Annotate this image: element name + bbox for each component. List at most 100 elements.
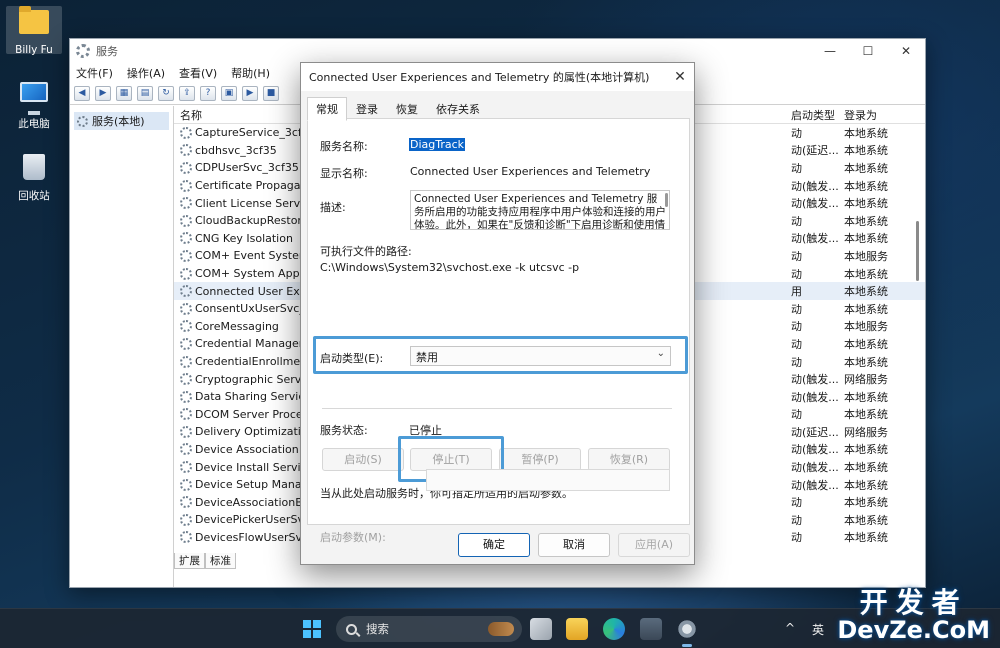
service-logon-as: 本地系统 — [844, 267, 888, 281]
menu-file[interactable]: 文件(F) — [76, 65, 113, 81]
service-gear-icon — [180, 461, 192, 474]
exe-path-value[interactable]: C:\Windows\System32\svchost.exe -k utcsv… — [320, 261, 579, 274]
exe-path-label: 可执行文件的路径: — [320, 245, 412, 258]
service-startup-type: 动(触发... — [791, 443, 839, 457]
task-view-icon[interactable] — [530, 618, 552, 640]
close-button[interactable]: ✕ — [887, 39, 925, 63]
properties-icon[interactable]: ▤ — [137, 86, 153, 101]
services-gear-icon — [76, 44, 90, 58]
services-taskbar-icon[interactable] — [676, 618, 698, 647]
back-arrow-icon[interactable]: ◀ — [74, 86, 90, 101]
service-startup-type: 动(触发... — [791, 390, 839, 404]
gear-icon — [77, 115, 88, 127]
service-logon-as: 本地系统 — [844, 408, 888, 422]
service-logon-as: 本地系统 — [844, 197, 888, 211]
tab-extended[interactable]: 扩展 — [174, 553, 205, 569]
tray-chevron-icon[interactable]: ^ — [785, 621, 795, 635]
monitor-icon — [20, 82, 48, 102]
service-startup-type: 动 — [791, 214, 802, 228]
tree-item-services-local[interactable]: 服务(本地) — [74, 112, 169, 130]
ime-indicator[interactable]: 英 — [812, 621, 824, 638]
menu-view[interactable]: 查看(V) — [179, 65, 217, 81]
service-gear-icon — [180, 425, 192, 438]
refresh-icon[interactable]: ↻ — [158, 86, 174, 101]
services-titlebar[interactable]: 服务 — ☐ ✕ — [70, 39, 925, 63]
console-tree: 服务(本地) — [70, 106, 174, 587]
taskbar-search-placeholder: 搜索 — [366, 622, 389, 636]
list-scrollbar[interactable] — [916, 221, 919, 281]
service-gear-icon — [180, 144, 192, 157]
dialog-titlebar[interactable]: Connected User Experiences and Telemetry… — [301, 63, 694, 91]
edge-browser-icon[interactable] — [603, 618, 625, 640]
service-startup-type: 动 — [791, 161, 802, 175]
service-logon-as: 本地系统 — [844, 390, 888, 404]
dialog-close-icon[interactable]: ✕ — [666, 69, 694, 85]
menu-help[interactable]: 帮助(H) — [231, 65, 270, 81]
service-gear-icon — [180, 513, 192, 526]
maximize-button[interactable]: ☐ — [849, 39, 887, 63]
service-name-value[interactable]: DiagTrack — [409, 138, 466, 151]
taskbar-search[interactable]: 搜索 — [336, 616, 522, 642]
general-tab-panel: 服务名称: DiagTrack 显示名称: Connected User Exp… — [307, 118, 690, 544]
desktop-icon-recycle-bin[interactable]: 回收站 — [6, 152, 62, 203]
service-name: CaptureService_3cf35 — [195, 126, 303, 140]
service-startup-type: 动 — [791, 355, 802, 369]
resume-button[interactable]: 恢复(R) — [588, 448, 670, 471]
help-icon[interactable]: ? — [200, 86, 216, 101]
service-startup-type: 用 — [791, 285, 802, 299]
service-name: DCOM Server Process — [195, 407, 303, 421]
column-header-startup[interactable]: 启动类型 — [791, 107, 835, 123]
pause-button[interactable]: 暂停(P) — [499, 448, 581, 471]
forward-arrow-icon[interactable]: ▶ — [95, 86, 111, 101]
service-gear-icon — [180, 285, 192, 298]
desktop-icon-this-pc[interactable]: 此电脑 — [6, 78, 62, 131]
service-logon-as: 本地系统 — [844, 443, 888, 457]
service-startup-type: 动 — [791, 320, 802, 334]
service-gear-icon — [180, 267, 192, 280]
export-icon[interactable]: ⇪ — [179, 86, 195, 101]
service-startup-type: 动(触发... — [791, 197, 839, 211]
tab-standard[interactable]: 标准 — [205, 553, 236, 569]
service-logon-as: 本地系统 — [844, 461, 888, 475]
stop-icon[interactable]: ■ — [263, 86, 279, 101]
start-params-label: 启动参数(M): — [320, 531, 386, 544]
console-tree-icon[interactable]: ▦ — [116, 86, 132, 101]
dialog-title: Connected User Experiences and Telemetry… — [309, 71, 650, 84]
services-title: 服务 — [96, 45, 118, 58]
desktop-icon-label: 回收站 — [18, 190, 50, 202]
service-name: cbdhsvc_3cf35 — [195, 143, 277, 157]
watermark: 开发者 DevZe.CoM — [837, 588, 990, 643]
apply-button[interactable]: 应用(A) — [618, 533, 690, 557]
service-gear-icon — [180, 214, 192, 227]
display-name-label: 显示名称: — [320, 167, 368, 180]
service-startup-type: 动 — [791, 249, 802, 263]
service-gear-icon — [180, 531, 192, 544]
tab-general[interactable]: 常规 — [307, 97, 347, 121]
column-header-name[interactable]: 名称 — [174, 107, 302, 123]
service-logon-as: 本地系统 — [844, 126, 888, 140]
service-startup-type: 动(触发... — [791, 461, 839, 475]
service-name: COM+ System Application — [195, 267, 303, 281]
menu-action[interactable]: 操作(A) — [127, 65, 165, 81]
file-explorer-icon[interactable] — [566, 618, 588, 640]
windows-start-icon[interactable] — [303, 620, 321, 638]
service-gear-icon — [180, 302, 192, 315]
desktop-icon-user-folder[interactable]: Billy Fu — [6, 6, 62, 56]
description-box[interactable]: Connected User Experiences and Telemetry… — [410, 190, 670, 230]
minimize-button[interactable]: — — [811, 39, 849, 63]
cancel-button[interactable]: 取消 — [538, 533, 610, 557]
description-scrollbar[interactable] — [665, 193, 668, 207]
column-header-logon[interactable]: 登录为 — [844, 107, 877, 123]
play-icon[interactable]: ▶ — [242, 86, 258, 101]
display-name-value[interactable]: Connected User Experiences and Telemetry — [410, 165, 650, 178]
store-icon[interactable] — [640, 618, 662, 640]
ok-button[interactable]: 确定 — [458, 533, 530, 557]
service-logon-as: 本地服务 — [844, 320, 888, 334]
description-value: Connected User Experiences and Telemetry… — [414, 193, 666, 230]
view-icon[interactable]: ▣ — [221, 86, 237, 101]
search-highlight-icon — [488, 622, 514, 636]
start-button[interactable]: 启动(S) — [322, 448, 404, 471]
service-startup-type: 动(触发... — [791, 478, 839, 492]
start-params-input[interactable] — [426, 469, 670, 491]
service-startup-type: 动(触发... — [791, 373, 839, 387]
